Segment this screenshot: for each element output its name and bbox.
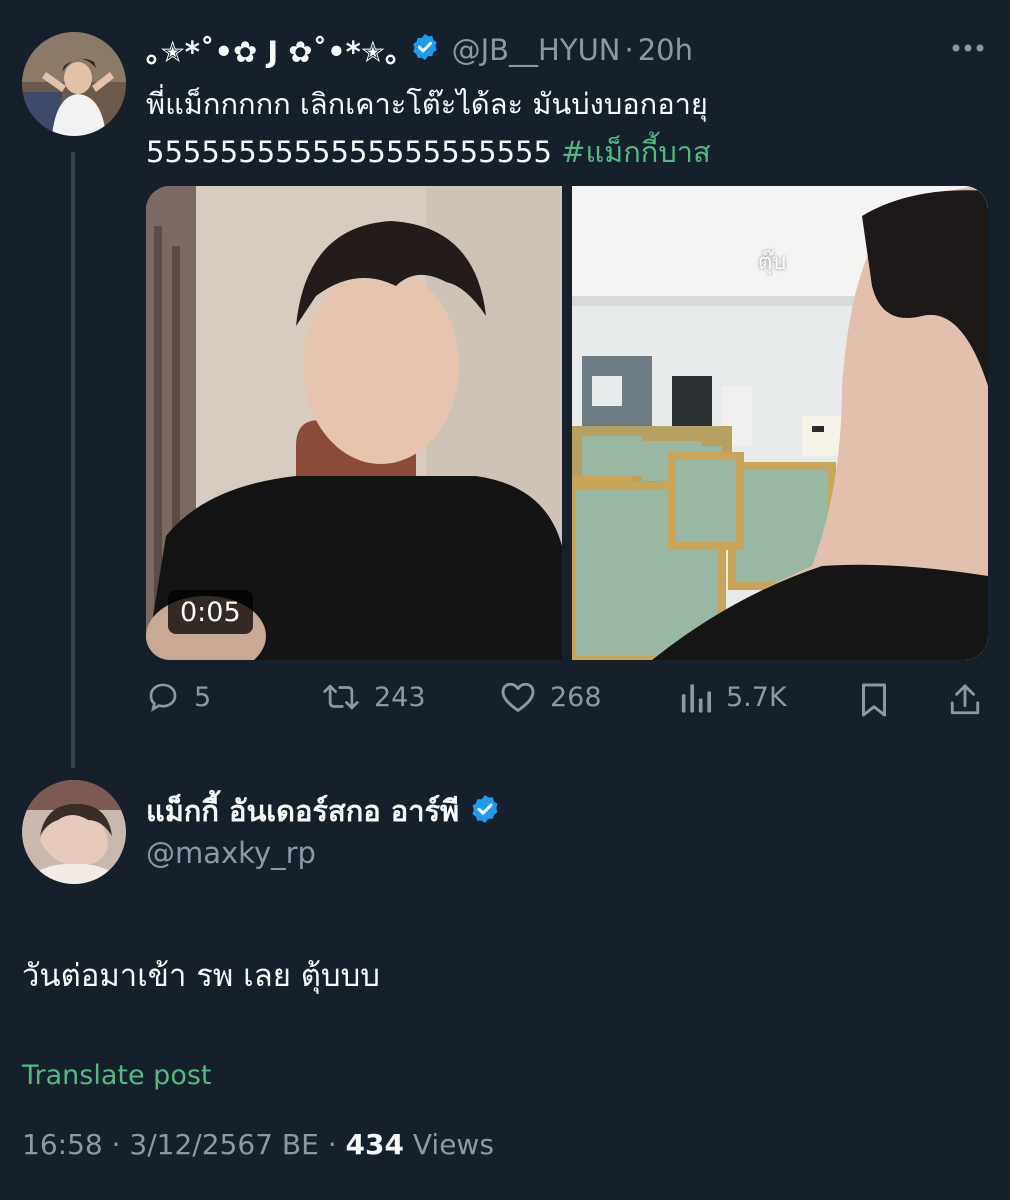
thread-connector-line	[71, 152, 75, 768]
reply-count: 5	[194, 681, 212, 713]
meta-separator: ·	[111, 1128, 121, 1161]
main-post-text: วันต่อมาเข้า รพ เลย ตุ้บบบ	[22, 958, 380, 994]
main-post-header: แม็กกี้ อันเดอร์สกอ อาร์พี @maxky_rp	[146, 790, 501, 870]
views-label: Views	[412, 1128, 494, 1161]
photo-overlay-caption: ตุ๊บ	[758, 250, 787, 275]
hashtag-link[interactable]: #แม็กกี้บาส	[561, 135, 711, 169]
avatar-maxky-rp[interactable]	[22, 780, 126, 884]
bookmark-icon[interactable]	[858, 682, 890, 722]
quoted-text-line-2: 5555555555555555555555 #แม็กกี้บาส	[146, 128, 986, 176]
quoted-text-line-1: พี่แม็กกกกก เลิกเคาะโต๊ะได้ละ มันบ่งบอกอ…	[146, 87, 708, 121]
views-count: 5.7K	[726, 681, 787, 713]
more-options-icon[interactable]	[948, 38, 988, 58]
post-date[interactable]: 3/12/2567 BE	[129, 1128, 318, 1161]
video-thumbnail[interactable]	[146, 186, 562, 660]
header-separator: ·	[624, 33, 634, 67]
share-icon[interactable]	[948, 682, 982, 722]
translate-post-link[interactable]: Translate post	[22, 1060, 212, 1091]
main-verified-badge-icon	[469, 793, 501, 829]
like-button[interactable]: 268	[500, 680, 602, 714]
photo-thumbnail[interactable]: ตุ๊บ	[568, 186, 988, 660]
post-time[interactable]: 16:58	[22, 1128, 103, 1161]
repost-icon	[322, 680, 360, 714]
avatar-jb-hyun[interactable]	[22, 32, 126, 136]
main-author-handle[interactable]: @maxky_rp	[146, 836, 501, 870]
author-display-name[interactable]: ｡✭*˚•✿ J ✿˚•*✭｡	[146, 29, 400, 71]
quoted-post-text: พี่แม็กกกกก เลิกเคาะโต๊ะได้ละ มันบ่งบอกอ…	[146, 80, 986, 176]
repost-count: 243	[374, 681, 426, 713]
meta-separator: ·	[327, 1128, 337, 1161]
video-duration-text: 0:05	[180, 596, 241, 628]
reply-button[interactable]: 5	[146, 680, 211, 714]
post-time-ago[interactable]: 20h	[638, 33, 693, 67]
media-container[interactable]: ตุ๊บ 0:05	[146, 186, 988, 660]
quoted-text-laugh: 5555555555555555555555	[146, 135, 552, 169]
author-handle[interactable]: @JB__HYUN	[452, 33, 621, 67]
analytics-bars-icon	[680, 680, 712, 714]
post-meta-line: 16:58 · 3/12/2567 BE · 434 Views	[22, 1128, 494, 1161]
views-analytics-button[interactable]: 5.7K	[680, 680, 787, 714]
like-heart-icon	[500, 680, 536, 714]
like-count: 268	[550, 681, 602, 713]
views-total: 434	[345, 1128, 404, 1161]
media-divider	[562, 186, 572, 660]
verified-badge-icon	[410, 32, 440, 69]
quoted-post-header: ｡✭*˚•✿ J ✿˚•*✭｡ @JB__HYUN · 20h	[146, 30, 693, 70]
video-duration-badge: 0:05	[168, 590, 253, 634]
main-author-display-name[interactable]: แม็กกี้ อันเดอร์สกอ อาร์พี	[146, 788, 459, 834]
reply-icon	[146, 680, 180, 714]
repost-button[interactable]: 243	[322, 680, 426, 714]
